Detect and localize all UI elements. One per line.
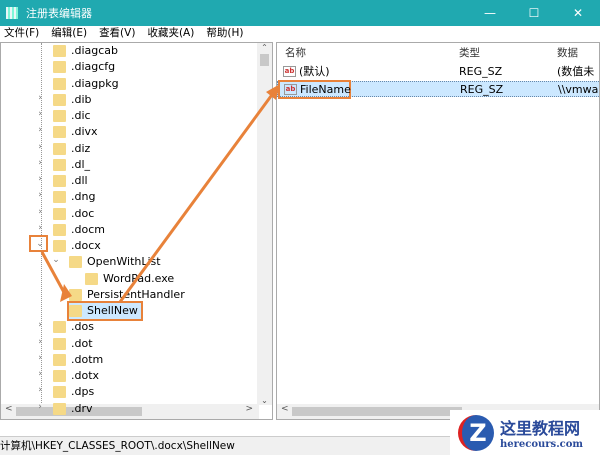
annotation-arrows: [29, 84, 280, 303]
